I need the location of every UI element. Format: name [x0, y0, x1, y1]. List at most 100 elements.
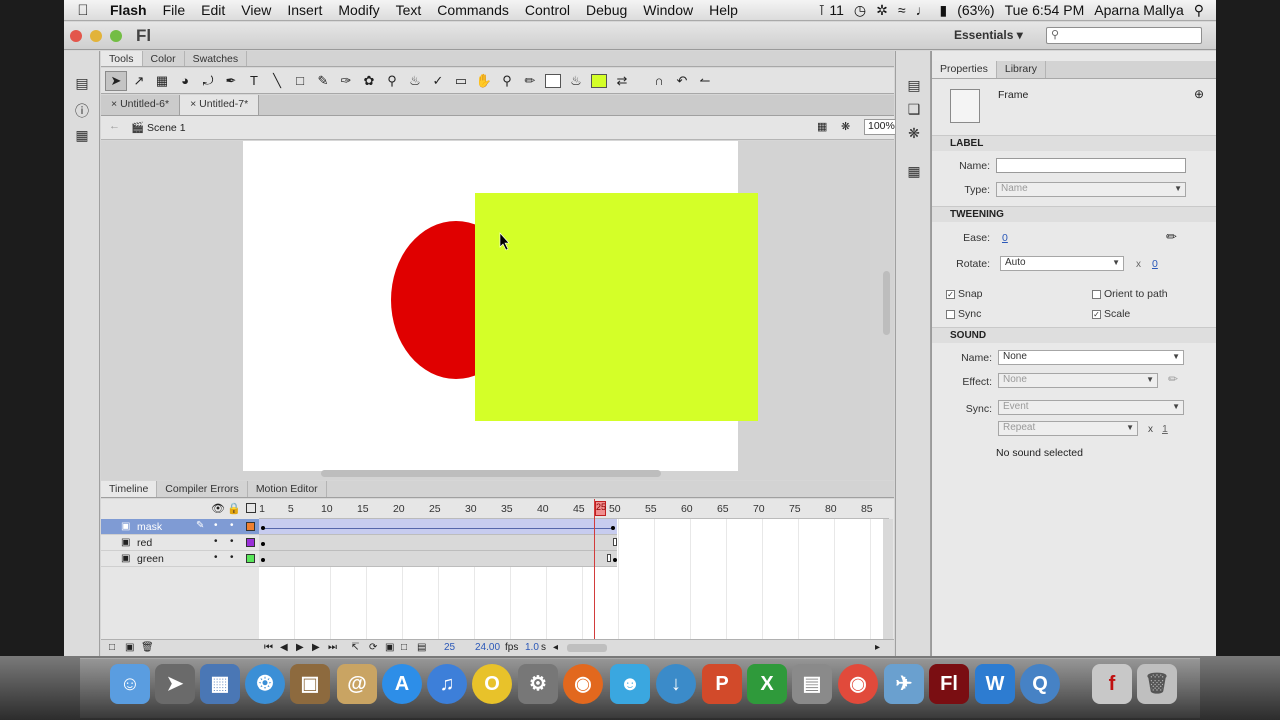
- scale-checkbox[interactable]: ✓ Scale: [1092, 308, 1130, 320]
- new-folder-icon[interactable]: ▣: [125, 642, 134, 653]
- effect-select[interactable]: None ▼: [998, 373, 1158, 388]
- screen-sharing-icon[interactable]: ▤: [792, 664, 832, 704]
- menu-window[interactable]: Window: [635, 2, 701, 18]
- keyframe[interactable]: [261, 558, 265, 562]
- close-window-button[interactable]: [70, 30, 82, 42]
- visible-dot[interactable]: •: [214, 536, 218, 547]
- label-type-select[interactable]: Name ▼: [996, 182, 1186, 197]
- sound-name-select[interactable]: None ▼: [998, 350, 1184, 365]
- ease-value[interactable]: 0: [1002, 232, 1008, 244]
- stroke-color-icon[interactable]: ✏: [519, 71, 541, 91]
- collapsed-panel-icon[interactable]: ▤: [74, 75, 90, 91]
- flash-dock-icon[interactable]: Fl: [929, 664, 969, 704]
- scene-breadcrumb[interactable]: 🎬 Scene 1: [131, 121, 186, 134]
- play-icon[interactable]: ▶: [296, 642, 304, 653]
- zoom-tool-icon[interactable]: ⚲: [496, 71, 518, 91]
- menu-modify[interactable]: Modify: [330, 2, 387, 18]
- sync-checkbox[interactable]: Sync: [946, 308, 981, 320]
- chrome-icon[interactable]: ◉: [838, 664, 878, 704]
- messenger-icon[interactable]: ☻: [610, 664, 650, 704]
- help-icon[interactable]: ⊕: [1194, 87, 1204, 101]
- keyframe[interactable]: [261, 526, 265, 530]
- frames-green[interactable]: [259, 551, 617, 567]
- menu-file[interactable]: File: [155, 2, 194, 18]
- smooth-icon[interactable]: ↶: [671, 71, 693, 91]
- vertical-scrollbar[interactable]: [883, 271, 890, 335]
- components-panel-icon[interactable]: ❑: [906, 101, 922, 117]
- brush-tool-icon[interactable]: ✑: [335, 71, 357, 91]
- text-tool-icon[interactable]: T: [243, 71, 265, 91]
- mission-control-icon[interactable]: ▦: [200, 664, 240, 704]
- firefox-icon[interactable]: ◉: [563, 664, 603, 704]
- onion-skin-icon[interactable]: ▣: [385, 642, 394, 653]
- horizontal-scrollbar[interactable]: [321, 470, 661, 477]
- fill-color-icon[interactable]: ♨: [565, 71, 587, 91]
- scroll-right-icon[interactable]: ▸: [875, 642, 880, 653]
- word-icon[interactable]: W: [975, 664, 1015, 704]
- elapsed-time[interactable]: 1.0: [525, 642, 539, 653]
- battery-icon[interactable]: ▮: [940, 2, 948, 19]
- free-transform-tool-icon[interactable]: ▦: [151, 71, 173, 91]
- edit-symbol-icon[interactable]: ❋: [841, 120, 850, 133]
- back-arrow-icon[interactable]: ←: [109, 120, 120, 132]
- section-label[interactable]: LABEL: [932, 135, 1216, 151]
- tab-properties[interactable]: Properties: [932, 61, 997, 78]
- menu-view[interactable]: View: [233, 2, 279, 18]
- menu-insert[interactable]: Insert: [279, 2, 330, 18]
- flash-document-icon[interactable]: f: [1092, 664, 1132, 704]
- tab-motion-editor[interactable]: Motion Editor: [248, 481, 327, 497]
- menu-debug[interactable]: Debug: [578, 2, 635, 18]
- safari-icon[interactable]: ❂: [245, 664, 285, 704]
- tab-library[interactable]: Library: [997, 61, 1046, 78]
- line-tool-icon[interactable]: ╲: [266, 71, 288, 91]
- stroke-swatch[interactable]: [542, 71, 564, 91]
- itunes-icon[interactable]: ♫: [427, 664, 467, 704]
- contacts-icon[interactable]: @: [337, 664, 377, 704]
- scroll-left-icon[interactable]: ◂: [553, 642, 558, 653]
- align-panel-icon[interactable]: ▤: [906, 77, 922, 93]
- frames-red[interactable]: [259, 535, 617, 551]
- finder-icon[interactable]: ☺: [110, 664, 150, 704]
- volume-icon[interactable]: ♩: [916, 2, 930, 18]
- menu-text[interactable]: Text: [388, 2, 430, 18]
- selection-tool-icon[interactable]: ➤: [105, 70, 127, 91]
- fill-swatch[interactable]: [588, 71, 610, 91]
- lock-icon[interactable]: 🔒: [227, 502, 241, 515]
- frame-name-field[interactable]: [996, 158, 1186, 173]
- doc-tab-untitled-7[interactable]: × Untitled-7*: [180, 95, 260, 115]
- preview-icon[interactable]: ✈: [884, 664, 924, 704]
- edit-multiple-icon[interactable]: ▤: [417, 642, 426, 653]
- quicktime-icon[interactable]: Q: [1020, 664, 1060, 704]
- deco-tool-icon[interactable]: ✿: [358, 71, 380, 91]
- keyframe[interactable]: [611, 526, 615, 530]
- visible-dot[interactable]: •: [214, 520, 218, 531]
- clock[interactable]: Tue 6:54 PM: [1005, 2, 1085, 18]
- workspace-switcher[interactable]: Essentials ▾: [954, 28, 1023, 42]
- playhead-handle[interactable]: 25: [595, 501, 606, 516]
- pencil-tool-icon[interactable]: ✎: [312, 71, 334, 91]
- keyframe[interactable]: [613, 558, 617, 562]
- tab-color[interactable]: Color: [143, 51, 185, 66]
- menu-control[interactable]: Control: [517, 2, 578, 18]
- fps-value[interactable]: 24.00: [475, 642, 500, 653]
- new-layer-icon[interactable]: □: [109, 642, 115, 653]
- show-hide-icon[interactable]: 👁: [211, 502, 225, 515]
- 3d-rotation-tool-icon[interactable]: ◕: [174, 71, 196, 91]
- frame-grid[interactable]: [259, 499, 889, 639]
- outlook-icon[interactable]: O: [472, 664, 512, 704]
- edit-easing-pencil-icon[interactable]: ✏: [1166, 229, 1177, 245]
- spotlight-icon[interactable]: ⚲: [1194, 2, 1204, 19]
- pen-tool-icon[interactable]: ✒: [220, 71, 242, 91]
- transform-icon[interactable]: ▦: [74, 127, 90, 143]
- menu-commands[interactable]: Commands: [429, 2, 517, 18]
- lock-dot[interactable]: •: [230, 552, 234, 563]
- code-snippets-icon[interactable]: ▦: [906, 163, 922, 179]
- step-forward-icon[interactable]: ▶: [312, 642, 320, 653]
- hand-tool-icon[interactable]: ✋: [473, 71, 495, 91]
- tab-timeline[interactable]: Timeline: [101, 481, 158, 497]
- visible-dot[interactable]: •: [214, 552, 218, 563]
- layer-color-chip[interactable]: [246, 522, 255, 531]
- trash-icon[interactable]: 🗑: [1137, 664, 1177, 704]
- edit-scene-icon[interactable]: ▦: [817, 120, 827, 133]
- playhead[interactable]: [594, 499, 595, 639]
